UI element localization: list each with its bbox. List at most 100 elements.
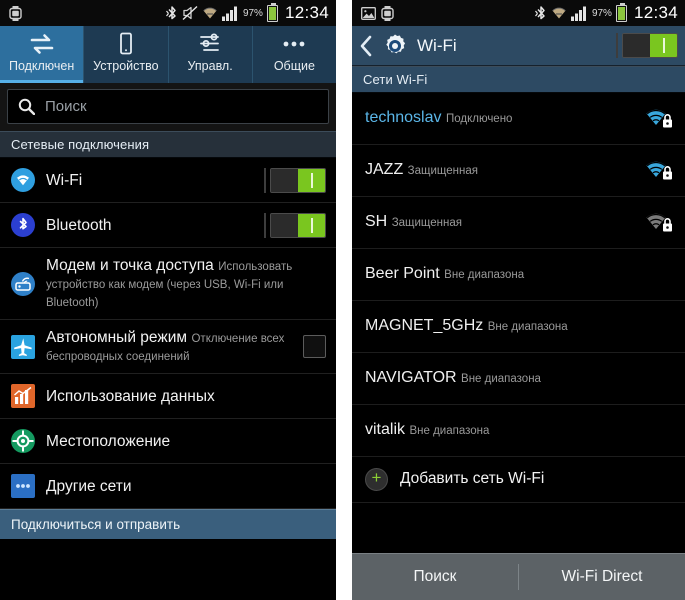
wifi-signal-secured-icon [644, 105, 674, 131]
toggle-on-half [298, 213, 325, 237]
tab-connections-label: Подключен [8, 59, 75, 73]
search-input[interactable]: Поиск [7, 89, 329, 124]
wifi-toggle[interactable] [270, 167, 326, 193]
scan-button[interactable]: Поиск [352, 568, 518, 586]
clock-label: 12:34 [633, 3, 678, 22]
list-item-wifi-title: Wi-Fi [46, 171, 83, 189]
status-bar-right: 97% 12:34 [352, 0, 685, 26]
list-item-tethering-text: Модем и точка доступа Использовать устро… [46, 256, 326, 311]
wifi-bottom-bar: Поиск Wi-Fi Direct [352, 553, 685, 600]
gallery-icon [361, 6, 376, 20]
toggle-off-half [271, 213, 298, 237]
wifi-ssid: MAGNET_5GHz [365, 317, 484, 334]
signal-icon [221, 6, 239, 21]
back-chevron-icon[interactable] [359, 35, 373, 57]
clock-label: 12:34 [284, 3, 329, 22]
status-bar-right-left-icons [361, 5, 394, 21]
wifi-network-row[interactable]: MAGNET_5GHz Вне диапазона [352, 301, 685, 353]
wifi-network-row[interactable]: technoslav Подключено [352, 93, 685, 145]
bluetooth-round-icon [11, 213, 35, 237]
bluetooth-icon [534, 5, 547, 22]
connections-arrows-icon [29, 31, 55, 57]
wifi-network-row[interactable]: SH Защищенная [352, 197, 685, 249]
wifi-network-row[interactable]: NAVIGATOR Вне диапазона [352, 353, 685, 405]
status-bar-right-icons: 97% 12:34 [165, 2, 329, 23]
toggle-on-half [650, 34, 677, 57]
tab-controls[interactable]: Управл. [169, 26, 253, 83]
wifi-toggle-wrap[interactable] [264, 167, 326, 193]
wifi-state: Вне диапазона [409, 425, 490, 437]
list-item-other-networks-title: Другие сети [46, 477, 132, 495]
signal-icon [570, 6, 588, 21]
status-bar-left: 97% 12:34 [0, 0, 336, 26]
watch-icon [381, 5, 394, 21]
battery-percent-label: 97% [242, 7, 263, 19]
tab-general-label: Общие [273, 59, 315, 73]
settings-tab-bar[interactable]: Подключен Устройство Управл. Общие [0, 26, 336, 83]
more-networks-square-icon [11, 474, 35, 498]
list-item-other-networks-text: Другие сети [46, 477, 326, 496]
battery-icon [615, 2, 627, 22]
tab-general[interactable]: Общие [253, 26, 336, 83]
more-dots-icon [279, 31, 309, 57]
wifi-state: Подключено [445, 113, 513, 125]
wifi-ssid: NAVIGATOR [365, 369, 457, 386]
search-placeholder: Поиск [45, 98, 87, 115]
wifi-ssid: vitalik [365, 421, 406, 438]
connect-and-share-bar[interactable]: Подключиться и отправить [0, 509, 336, 539]
list-item-wifi-text: Wi-Fi [46, 171, 253, 190]
wifi-network-row[interactable]: vitalik Вне диапазона [352, 405, 685, 457]
list-item-data-usage[interactable]: Использование данных [0, 374, 336, 419]
wifi-ssid: JAZZ [365, 161, 404, 178]
wifi-header-title: Wi-Fi [417, 35, 457, 55]
tab-device-label: Устройство [93, 59, 159, 73]
wifi-state: Вне диапазона [461, 373, 541, 385]
panel-gap [336, 0, 352, 600]
search-icon [18, 98, 36, 116]
tab-connections[interactable]: Подключен [0, 26, 85, 83]
bluetooth-toggle-wrap[interactable] [264, 212, 326, 238]
airplane-square-icon [11, 334, 35, 359]
sliders-icon [197, 31, 223, 57]
wifi-screen-header: Wi-Fi [352, 26, 685, 66]
right-filler [352, 503, 685, 553]
wifi-state: Вне диапазона [487, 321, 568, 333]
wifi-master-toggle[interactable] [622, 33, 678, 58]
list-item-tethering[interactable]: Модем и точка доступа Использовать устро… [0, 248, 336, 320]
status-bar-left-icons [9, 5, 22, 21]
wifi-network-text: vitalik Вне диапазона [365, 420, 674, 440]
toggle-on-half [298, 168, 325, 192]
tab-device[interactable]: Устройство [84, 26, 169, 83]
right-phone-screen: 97% 12:34 Wi-Fi Сети Wi-Fi technoslav По… [352, 0, 685, 600]
wifi-ssid: SH [365, 213, 388, 230]
wifi-network-text: Beer Point Вне диапазона [365, 264, 674, 284]
battery-icon [266, 2, 278, 22]
list-item-location[interactable]: Местоположение [0, 419, 336, 464]
add-wifi-network-row[interactable]: + Добавить сеть Wi-Fi [352, 457, 685, 503]
wifi-network-text: JAZZ Защищенная [365, 160, 644, 180]
add-wifi-network-label: Добавить сеть Wi-Fi [400, 470, 545, 487]
bluetooth-toggle[interactable] [270, 212, 326, 238]
wifi-network-row[interactable]: Beer Point Вне диапазона [352, 249, 685, 301]
wifi-icon [551, 6, 567, 21]
list-item-location-title: Местоположение [46, 432, 171, 450]
wifi-round-icon [11, 168, 35, 192]
section-header-wifi-networks: Сети Wi-Fi [352, 66, 685, 93]
list-item-wifi[interactable]: Wi-Fi [0, 158, 336, 203]
list-item-data-usage-title: Использование данных [46, 387, 215, 405]
wifi-network-row[interactable]: JAZZ Защищенная [352, 145, 685, 197]
list-item-airplane-mode[interactable]: Автономный режим Отключение всех беспров… [0, 320, 336, 374]
wifi-direct-button[interactable]: Wi-Fi Direct [519, 568, 685, 586]
wifi-master-toggle-wrap[interactable] [616, 33, 678, 58]
wifi-ssid: Beer Point [365, 265, 440, 282]
wifi-state: Защищенная [407, 165, 478, 177]
list-item-other-networks[interactable]: Другие сети [0, 464, 336, 509]
airplane-mode-checkbox[interactable] [303, 335, 326, 358]
wifi-network-text: SH Защищенная [365, 212, 644, 232]
list-item-bluetooth-title: Bluetooth [46, 216, 112, 234]
location-round-icon [11, 429, 35, 453]
list-item-bluetooth[interactable]: Bluetooth [0, 203, 336, 248]
watch-icon [9, 5, 22, 21]
tab-controls-label: Управл. [187, 59, 233, 73]
list-item-airplane-text: Автономный режим Отключение всех беспров… [46, 328, 292, 365]
